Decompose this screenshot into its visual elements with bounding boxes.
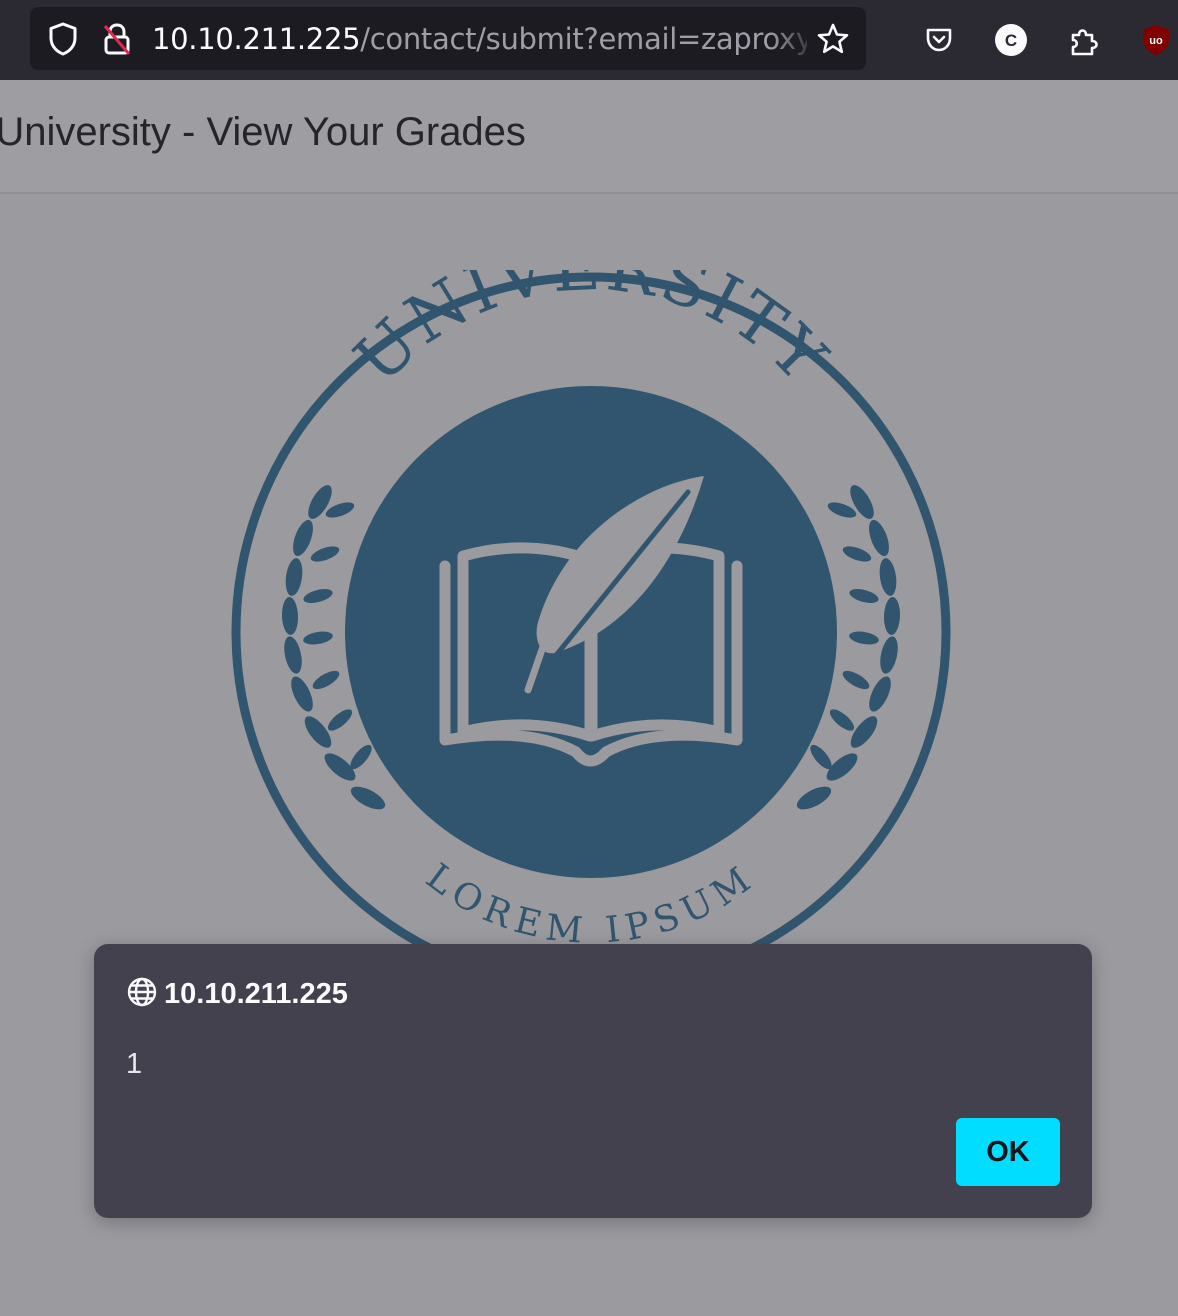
logo-top-text: UNIVERSITY	[340, 270, 843, 398]
pocket-icon[interactable]	[924, 25, 954, 55]
bookmark-star-icon[interactable]	[816, 22, 850, 56]
alert-message: 1	[126, 1048, 143, 1080]
globe-icon	[126, 976, 158, 1012]
ublock-label: uo	[1149, 35, 1163, 47]
url-text[interactable]: 10.10.211.225/contact/submit?email=zapro…	[152, 7, 807, 70]
ok-button[interactable]: OK	[956, 1118, 1060, 1186]
url-bar[interactable]: 10.10.211.225/contact/submit?email=zapro…	[30, 7, 866, 70]
extension-badge-text: C	[1005, 31, 1017, 50]
ublock-origin-icon[interactable]: uo	[1141, 23, 1171, 57]
alert-host: 10.10.211.225	[164, 977, 348, 1010]
extensions-puzzle-icon[interactable]	[1069, 23, 1101, 57]
insecure-lock-icon[interactable]	[102, 22, 132, 56]
browser-toolbar: 10.10.211.225/contact/submit?email=zapro…	[0, 0, 1178, 80]
alert-dialog: 10.10.211.225 1 OK	[94, 944, 1092, 1218]
alert-header: 10.10.211.225	[126, 976, 348, 1012]
page-title: ric University - View Your Grades	[0, 110, 526, 154]
university-logo: UNIVERSITY LOREM IPSUM	[231, 270, 951, 946]
url-fade	[770, 7, 820, 70]
page-header: ric University - View Your Grades	[0, 80, 1178, 194]
url-host: 10.10.211.225	[152, 21, 361, 56]
url-path: /contact/submit?email=zaproxy%40example.…	[360, 21, 807, 56]
cookie-extension-icon[interactable]: C	[994, 23, 1028, 57]
shield-icon[interactable]	[48, 22, 78, 56]
